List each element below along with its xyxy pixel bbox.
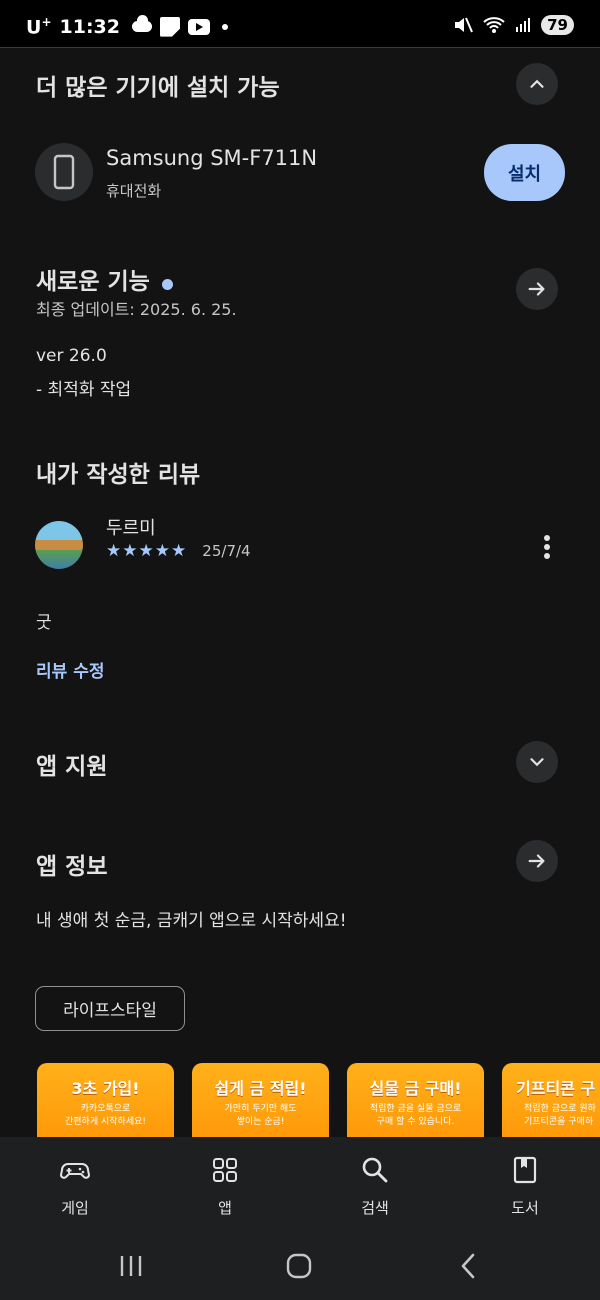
screenshot-title: 기프티콘 구 — [516, 1079, 596, 1098]
category-chip[interactable]: 라이프스타일 — [35, 986, 185, 1031]
more-devices-title: 더 많은 기기에 설치 가능 — [36, 75, 280, 101]
nav-apps[interactable]: 앱 — [150, 1137, 300, 1230]
home-icon — [286, 1253, 312, 1279]
release-notes: - 최적화 작업 — [36, 380, 132, 400]
note-icon — [159, 16, 180, 37]
chevron-down-icon — [530, 758, 544, 767]
edit-review-row: 리뷰 수정 — [36, 657, 564, 682]
whats-new-header[interactable]: 새로운 기능 — [36, 262, 564, 296]
screenshot-caption: 카카오톡으로 간편하게 시작하세요! — [65, 1104, 146, 1127]
version-text: ver 26.0 — [36, 346, 107, 366]
bottom-navigation: 게임 앱 검색 도서 — [0, 1137, 600, 1230]
mute-icon — [455, 17, 474, 33]
apps-grid-icon — [213, 1158, 237, 1182]
rating-row: ★★★★★ 25/7/4 — [106, 541, 251, 561]
nav-apps-label: 앱 — [218, 1199, 232, 1217]
screenshot-caption: 가만히 두기만 해도 쌓이는 순금! — [224, 1104, 297, 1127]
my-review-header: 내가 작성한 리뷰 — [36, 455, 564, 489]
app-info-header[interactable]: 앱 정보 — [36, 847, 564, 881]
home-button[interactable] — [279, 1252, 319, 1280]
recent-apps-button[interactable] — [111, 1252, 151, 1280]
nav-books[interactable]: 도서 — [450, 1137, 600, 1230]
reviewer-avatar — [35, 521, 83, 569]
review-date: 25/7/4 — [202, 542, 251, 560]
screenshot-title: 실물 금 구매! — [369, 1079, 462, 1098]
whats-new-arrow-button[interactable] — [516, 268, 558, 310]
edit-review-link[interactable]: 리뷰 수정 — [36, 662, 104, 682]
app-support-title: 앱 지원 — [36, 754, 108, 780]
app-info-title: 앱 정보 — [36, 854, 108, 880]
cloud-icon — [131, 15, 152, 33]
notification-dot-icon — [221, 23, 228, 30]
carrier-label: U+ — [26, 15, 52, 39]
reviewer-name: 두르미 — [106, 518, 156, 539]
more-devices-header: 더 많은 기기에 설치 가능 — [36, 68, 564, 102]
nav-search-label: 검색 — [361, 1199, 389, 1217]
whats-new-title: 새로운 기능 — [36, 269, 150, 295]
signal-icon — [516, 18, 531, 32]
phone-icon — [53, 154, 75, 190]
back-icon — [461, 1253, 475, 1279]
device-type: 휴대전화 — [106, 182, 162, 200]
wifi-icon — [483, 17, 505, 33]
rating-stars: ★★★★★ — [106, 541, 188, 561]
screenshot-title: 쉽게 금 적립! — [214, 1079, 307, 1098]
device-avatar — [35, 143, 93, 201]
nav-search[interactable]: 검색 — [300, 1137, 450, 1230]
chevron-up-icon — [530, 79, 544, 88]
gamepad-icon — [60, 1163, 90, 1179]
review-more-menu-icon[interactable] — [537, 532, 557, 562]
back-button[interactable] — [448, 1252, 488, 1280]
new-indicator-dot — [161, 279, 173, 290]
status-left: U+ 11:32 — [26, 15, 228, 38]
review-text: 굿 — [36, 613, 52, 633]
expand-support-button[interactable] — [516, 741, 558, 783]
screenshot-title: 3초 가입! — [71, 1079, 140, 1098]
arrow-right-icon — [528, 854, 545, 868]
recent-apps-icon — [120, 1256, 142, 1276]
app-info-arrow-button[interactable] — [516, 840, 558, 882]
app-support-header[interactable]: 앱 지원 — [36, 747, 564, 781]
clock: 11:32 — [59, 15, 120, 38]
nav-books-label: 도서 — [511, 1199, 539, 1217]
nav-games-label: 게임 — [61, 1199, 89, 1217]
screenshot-caption: 적립한 금으로 원하 기프티콘을 구매하 — [524, 1104, 596, 1127]
last-updated: 최종 업데이트: 2025. 6. 25. — [36, 300, 237, 319]
my-review-title: 내가 작성한 리뷰 — [36, 462, 201, 488]
book-icon — [513, 1156, 537, 1184]
app-description: 내 생애 첫 순금, 금캐기 앱으로 시작하세요! — [36, 911, 347, 931]
search-icon — [362, 1157, 388, 1183]
arrow-right-icon — [528, 282, 545, 296]
system-navigation-bar — [0, 1230, 600, 1300]
nav-games[interactable]: 게임 — [0, 1137, 150, 1230]
device-name: Samsung SM-F711N — [106, 146, 318, 170]
collapse-devices-button[interactable] — [516, 63, 558, 105]
screenshot-caption: 적립한 금을 실물 금으로 구매 할 수 있습니다. — [369, 1104, 462, 1127]
status-bar: U+ 11:32 79 — [0, 0, 600, 48]
battery-indicator: 79 — [541, 15, 574, 35]
status-right: 79 — [453, 15, 574, 35]
install-button[interactable]: 설치 — [484, 144, 565, 201]
youtube-icon — [187, 18, 210, 35]
